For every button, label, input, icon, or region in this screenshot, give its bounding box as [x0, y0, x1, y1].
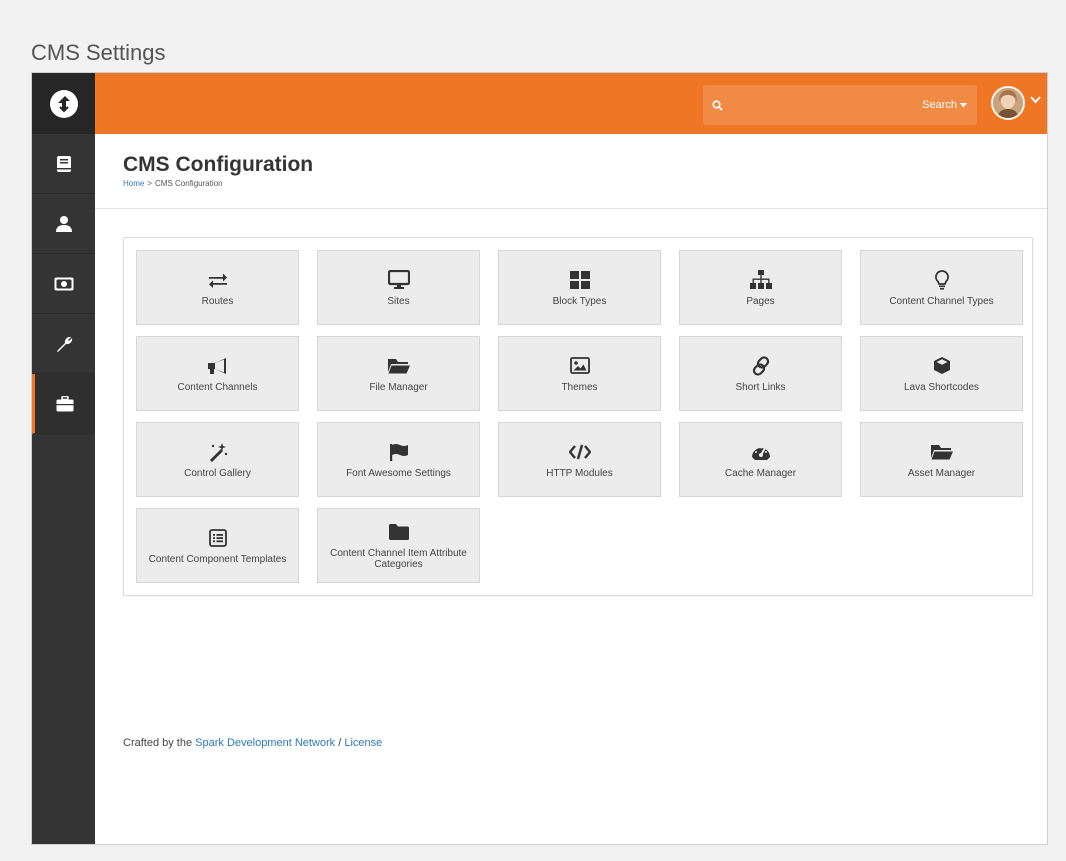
sidebar [32, 73, 95, 844]
avatar[interactable] [991, 86, 1025, 120]
tile-short-links[interactable]: Short Links [679, 336, 842, 411]
breadcrumb-current: CMS Configuration [155, 179, 223, 188]
tile-label: Asset Manager [907, 467, 976, 479]
rock-logo[interactable] [32, 73, 95, 134]
tile-label: Control Gallery [184, 467, 251, 479]
footer-prefix: Crafted by the [123, 737, 193, 749]
tile-http-modules[interactable]: HTTP Modules [498, 422, 661, 497]
breadcrumb: Home > CMS Configuration [123, 179, 223, 188]
money-icon [54, 277, 73, 290]
tile-routes[interactable]: Routes [136, 250, 299, 325]
flag-icon [389, 441, 409, 463]
tile-label: Themes [561, 381, 598, 393]
exchange-icon [208, 269, 228, 291]
search-type-label: Search [922, 99, 957, 111]
sitemap-icon [749, 269, 772, 291]
tile-themes[interactable]: Themes [498, 336, 661, 411]
sidebar-item-finance[interactable] [32, 254, 95, 314]
sidebar-item-book[interactable] [32, 134, 95, 194]
search-icon [712, 99, 723, 111]
chevron-down-icon[interactable] [1030, 96, 1041, 104]
document-title: CMS Settings [31, 40, 166, 65]
book-icon [56, 155, 71, 172]
tile-label: Cache Manager [724, 467, 797, 479]
tile-grid: Routes Sites Block Types Pages Content C… [136, 250, 1023, 583]
app-window: Search CMS Configuration Home > CMS Conf… [31, 72, 1048, 845]
logo-icon [49, 89, 78, 118]
link-icon [751, 355, 771, 377]
tile-label: Content Channels [177, 381, 258, 393]
tile-label: Short Links [735, 381, 786, 393]
caret-down-icon [960, 102, 967, 107]
briefcase-icon [56, 395, 74, 411]
page-title: CMS Configuration [123, 153, 314, 176]
tile-asset-manager[interactable]: Asset Manager [860, 422, 1023, 497]
tile-content-channels[interactable]: Content Channels [136, 336, 299, 411]
tile-label: Sites [387, 295, 410, 307]
footer-link-license[interactable]: License [344, 737, 382, 749]
tile-control-gallery[interactable]: Control Gallery [136, 422, 299, 497]
page-header: CMS Configuration Home > CMS Configurati… [95, 134, 1047, 209]
breadcrumb-separator: > [147, 179, 153, 188]
list-alt-icon [208, 527, 227, 549]
search-type-dropdown[interactable]: Search [922, 99, 977, 111]
sidebar-item-cms[interactable] [32, 374, 95, 434]
tile-content-channel-item-attribute-categories[interactable]: Content Channel Item Attribute Categorie… [317, 508, 480, 583]
folder-open-icon [930, 441, 953, 463]
footer-link-spark[interactable]: Spark Development Network [195, 737, 335, 749]
tile-font-awesome-settings[interactable]: Font Awesome Settings [317, 422, 480, 497]
tile-label: Lava Shortcodes [903, 381, 980, 393]
cube-icon [933, 355, 951, 377]
tile-file-manager[interactable]: File Manager [317, 336, 480, 411]
sidebar-item-people[interactable] [32, 194, 95, 254]
tile-cache-manager[interactable]: Cache Manager [679, 422, 842, 497]
tile-lava-shortcodes[interactable]: Lava Shortcodes [860, 336, 1023, 411]
folder-icon [388, 521, 409, 543]
folder-open-icon [387, 355, 410, 377]
lightbulb-icon [934, 269, 949, 291]
tile-label: Content Channel Item Attribute Categorie… [330, 548, 467, 570]
tile-label: HTTP Modules [546, 467, 613, 479]
tile-sites[interactable]: Sites [317, 250, 480, 325]
image-icon [569, 355, 590, 377]
search-input[interactable] [723, 85, 923, 125]
tile-label: Content Component Templates [148, 553, 287, 565]
tile-pages[interactable]: Pages [679, 250, 842, 325]
tile-label: Block Types [552, 295, 607, 307]
tile-label: Content Channel Types [889, 295, 994, 307]
wrench-icon [56, 336, 72, 352]
tile-block-types[interactable]: Block Types [498, 250, 661, 325]
th-large-icon [569, 269, 590, 291]
footer-separator: / [338, 737, 342, 749]
breadcrumb-home[interactable]: Home [123, 179, 144, 188]
tile-content-component-templates[interactable]: Content Component Templates [136, 508, 299, 583]
tile-label: Routes [201, 295, 234, 307]
cms-tiles-panel: Routes Sites Block Types Pages Content C… [123, 237, 1033, 596]
desktop-icon [387, 269, 410, 291]
magic-icon [208, 441, 228, 463]
sidebar-item-admin-tools[interactable] [32, 314, 95, 374]
tile-label: Pages [746, 295, 775, 307]
tachometer-icon [751, 441, 771, 463]
code-icon [568, 441, 591, 463]
top-bar: Search [95, 73, 1047, 134]
footer: Crafted by the Spark Development Network… [123, 737, 382, 749]
bullhorn-icon [207, 355, 229, 377]
tile-content-channel-types[interactable]: Content Channel Types [860, 250, 1023, 325]
avatar-photo [993, 88, 1023, 118]
tile-label: File Manager [369, 381, 428, 393]
search-box: Search [703, 85, 977, 125]
tile-label: Font Awesome Settings [346, 467, 451, 479]
user-icon [55, 215, 72, 232]
